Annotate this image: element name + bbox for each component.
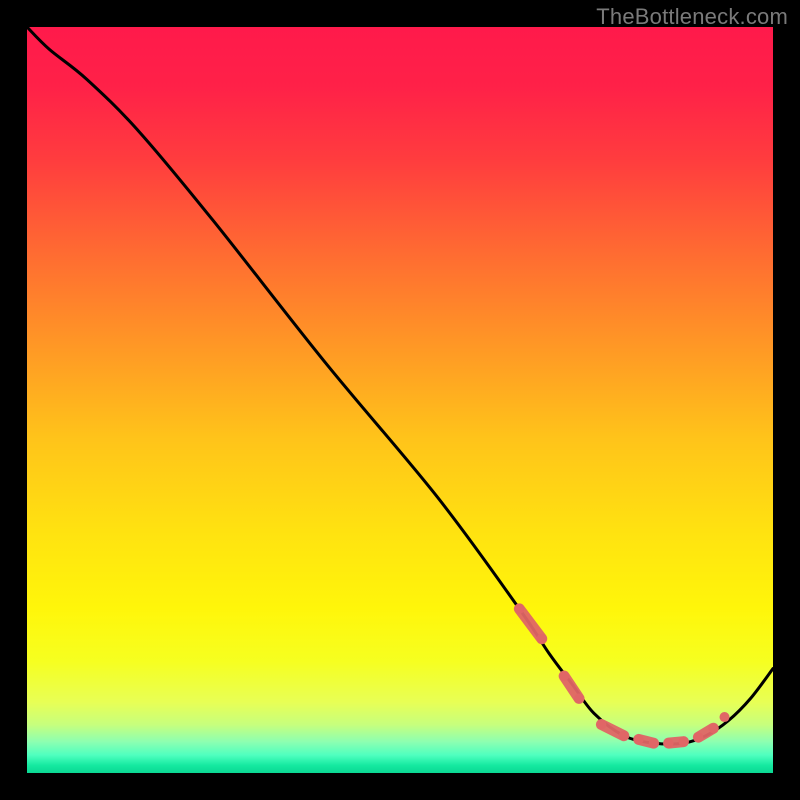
marker-dot	[514, 604, 524, 614]
marker-dot	[537, 634, 547, 644]
plot-area	[27, 27, 773, 773]
marker-dot	[678, 737, 688, 747]
marker-dot	[693, 732, 703, 742]
watermark-text: TheBottleneck.com	[596, 4, 788, 30]
marker-dot	[664, 738, 674, 748]
marker-segment	[519, 609, 541, 639]
marker-dot	[708, 723, 718, 733]
marker-dot	[596, 720, 606, 730]
marker-dot	[634, 734, 644, 744]
marker-dot	[720, 712, 730, 722]
bottleneck-curve	[27, 27, 773, 744]
chart-stage: TheBottleneck.com	[0, 0, 800, 800]
marker-dot	[649, 738, 659, 748]
curve-layer	[27, 27, 773, 773]
marker-dot	[619, 731, 629, 741]
marker-group	[514, 604, 729, 748]
marker-dot	[574, 693, 584, 703]
marker-dot	[559, 671, 569, 681]
